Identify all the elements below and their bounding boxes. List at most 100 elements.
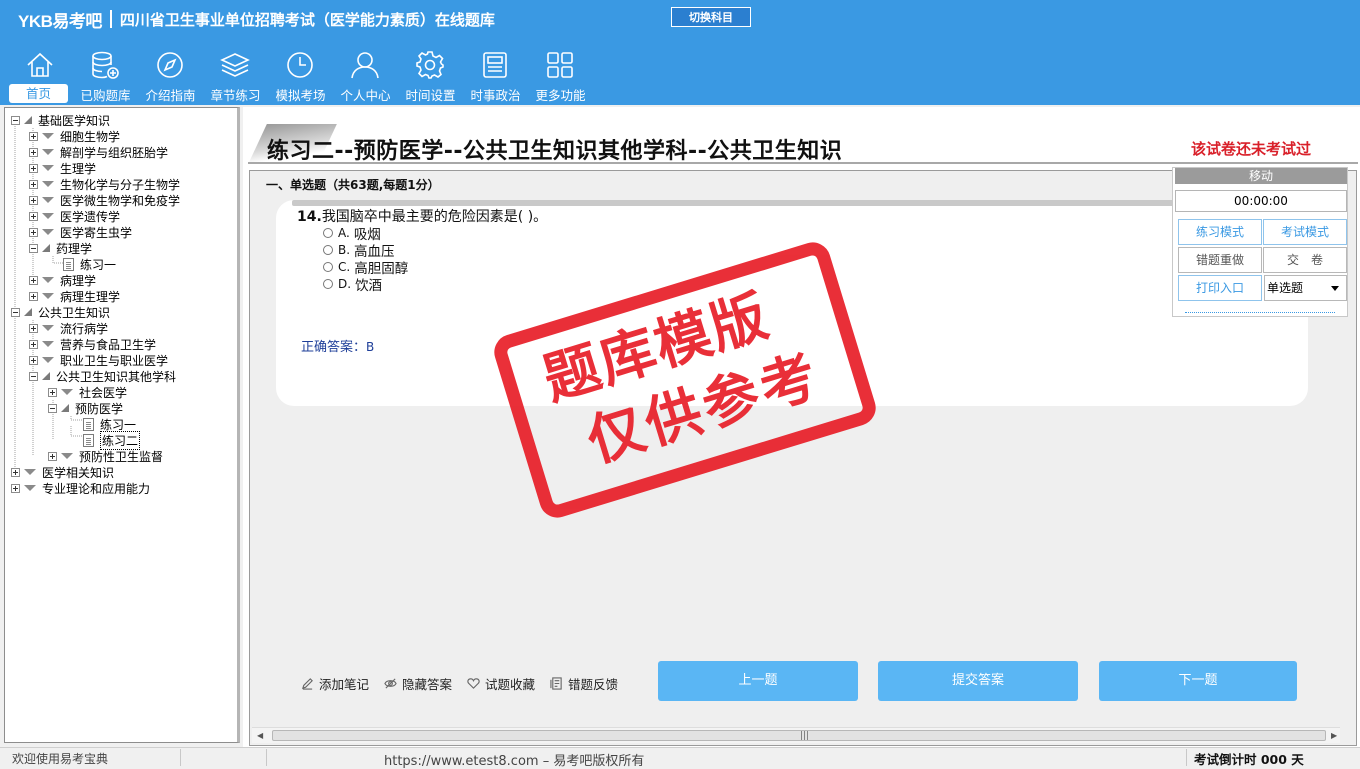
expand-toggle[interactable] <box>29 163 38 173</box>
tree-node[interactable]: 公共卫生知识其他学科 <box>29 368 176 384</box>
scroll-left-icon[interactable]: ◀ <box>257 731 263 740</box>
tree-label: 练习一 <box>80 257 117 272</box>
nav-profile[interactable]: 个人中心 <box>333 44 398 104</box>
add-note-button[interactable]: 添加笔记 <box>301 674 369 692</box>
submit-answer-button[interactable]: 提交答案 <box>878 661 1078 701</box>
heart-icon <box>467 677 480 689</box>
tree-leaf-selected[interactable]: 练习二 <box>83 430 141 450</box>
nav-more[interactable]: 更多功能 <box>528 44 593 104</box>
move-handle[interactable]: 移动 <box>1175 168 1347 184</box>
app-title: 四川省卫生事业单位招聘考试（医学能力素质）在线题库 <box>119 10 495 29</box>
expand-toggle[interactable] <box>29 275 38 285</box>
exam-countdown: 考试倒计时 000 天 <box>1194 752 1304 767</box>
switch-subject-button[interactable]: 切换科目 <box>671 7 751 27</box>
tree-node[interactable]: 职业卫生与职业医学 <box>29 352 168 368</box>
tree-node[interactable]: 预防性卫生监督 <box>48 448 163 464</box>
nav-purchased[interactable]: 已购题库 <box>73 44 138 104</box>
collapse-toggle[interactable] <box>11 115 20 125</box>
expand-toggle[interactable] <box>29 179 38 189</box>
tree-node[interactable]: 病理生理学 <box>29 288 120 304</box>
expand-toggle[interactable] <box>29 195 38 205</box>
submit-paper-button[interactable]: 交 卷 <box>1263 247 1347 273</box>
nav-guide[interactable]: 介绍指南 <box>138 44 203 104</box>
expand-toggle[interactable] <box>11 483 20 493</box>
tree-node[interactable]: 医学遗传学 <box>29 208 120 224</box>
tree-node[interactable]: 专业理论和应用能力 <box>11 480 150 496</box>
tree-label: 细胞生物学 <box>60 129 121 144</box>
option-c[interactable]: C. 高胆固醇 <box>323 258 408 277</box>
next-question-button[interactable]: 下一题 <box>1099 661 1297 701</box>
expand-toggle[interactable] <box>48 451 57 461</box>
tree-node[interactable]: 预防医学 <box>48 400 123 416</box>
tree-node[interactable]: 医学相关知识 <box>11 464 114 480</box>
tree-node[interactable]: 生物化学与分子生物学 <box>29 176 180 192</box>
tree-node[interactable]: 公共卫生知识 <box>11 304 110 320</box>
tree-node[interactable]: 基础医学知识 <box>11 112 110 128</box>
redo-wrong-button[interactable]: 错题重做 <box>1178 247 1262 273</box>
hide-answer-button[interactable]: 隐藏答案 <box>384 674 452 692</box>
question-type-select[interactable]: 单选题 <box>1264 275 1347 301</box>
tree-node[interactable]: 药理学 <box>29 240 92 256</box>
practice-mode-button[interactable]: 练习模式 <box>1178 219 1262 245</box>
favorite-question-button[interactable]: 试题收藏 <box>467 674 535 692</box>
collapse-toggle[interactable] <box>29 371 38 381</box>
expand-toggle[interactable] <box>29 211 38 221</box>
tree-node[interactable]: 社会医学 <box>48 384 127 400</box>
radio-button[interactable] <box>323 261 333 272</box>
folder-icon <box>42 213 54 219</box>
nav-time-settings[interactable]: 时间设置 <box>398 44 463 104</box>
tree-node[interactable]: 医学寄生虫学 <box>29 224 132 240</box>
nav-home[interactable]: 首页 <box>8 44 73 104</box>
expand-toggle[interactable] <box>29 339 38 349</box>
tree-node[interactable]: 流行病学 <box>29 320 108 336</box>
radio-button[interactable] <box>323 278 333 289</box>
radio-button[interactable] <box>323 227 333 238</box>
status-divider <box>266 749 267 766</box>
copyright-text: https://www.etest8.com – 易考吧版权所有 <box>384 754 645 769</box>
expand-toggle[interactable] <box>29 323 38 333</box>
tree-node[interactable]: 病理学 <box>29 272 96 288</box>
scroll-right-icon[interactable]: ▶ <box>1331 731 1337 740</box>
tree-node[interactable]: 细胞生物学 <box>29 128 120 144</box>
collapse-toggle[interactable] <box>11 307 20 317</box>
expand-toggle[interactable] <box>29 227 38 237</box>
action-label: 错题反馈 <box>568 676 619 692</box>
main-nav: 首页 已购题库 介绍指南 章节练习 模拟考场 个人中心 时间设置 时事政治 更多… <box>8 44 593 104</box>
nav-mock-exam[interactable]: 模拟考场 <box>268 44 333 104</box>
expand-toggle[interactable] <box>29 147 38 157</box>
expand-toggle[interactable] <box>48 387 57 397</box>
option-a[interactable]: A. 吸烟 <box>323 224 381 243</box>
nav-current-affairs[interactable]: 时事政治 <box>463 44 528 104</box>
nav-label: 介绍指南 <box>145 88 196 103</box>
correct-answer: 正确答案：B <box>301 336 374 355</box>
print-entry-button[interactable]: 打印入口 <box>1178 275 1262 301</box>
nav-chapter[interactable]: 章节练习 <box>203 44 268 104</box>
paper-title: 练习二--预防医学--公共卫生知识其他学科--公共卫生知识 <box>267 139 843 164</box>
error-feedback-button[interactable]: 错题反馈 <box>550 674 618 692</box>
tree-node[interactable]: 解剖学与组织胚胎学 <box>29 144 168 160</box>
tree-leaf[interactable]: 练习一 <box>63 256 116 272</box>
collapse-toggle[interactable] <box>48 403 57 413</box>
answer-value: B <box>366 340 375 354</box>
tree-node[interactable]: 生理学 <box>29 160 96 176</box>
exam-mode-button[interactable]: 考试模式 <box>1263 219 1347 245</box>
folder-icon <box>61 453 73 459</box>
expand-toggle[interactable] <box>29 131 38 141</box>
tree-node[interactable]: 医学微生物学和免疫学 <box>29 192 180 208</box>
nav-label: 时间设置 <box>405 88 456 103</box>
option-b[interactable]: B. 高血压 <box>323 241 395 260</box>
home-icon <box>27 52 53 77</box>
expand-toggle[interactable] <box>29 355 38 365</box>
collapse-toggle[interactable] <box>29 243 38 253</box>
option-key: D. <box>338 276 352 291</box>
folder-open-icon <box>61 404 69 412</box>
option-d[interactable]: D. 饮酒 <box>323 275 382 294</box>
scrollbar-thumb[interactable] <box>272 730 1326 741</box>
prev-question-button[interactable]: 上一题 <box>658 661 858 701</box>
expand-toggle[interactable] <box>29 291 38 301</box>
paper-status: 该试卷还未考试过 <box>1191 140 1312 158</box>
tree-node[interactable]: 营养与食品卫生学 <box>29 336 156 352</box>
radio-button[interactable] <box>323 244 333 255</box>
chapter-tree[interactable]: 基础医学知识 细胞生物学 解剖学与组织胚胎学 生理学 生物化学与分子生物学 医学… <box>4 107 240 743</box>
expand-toggle[interactable] <box>11 467 20 477</box>
